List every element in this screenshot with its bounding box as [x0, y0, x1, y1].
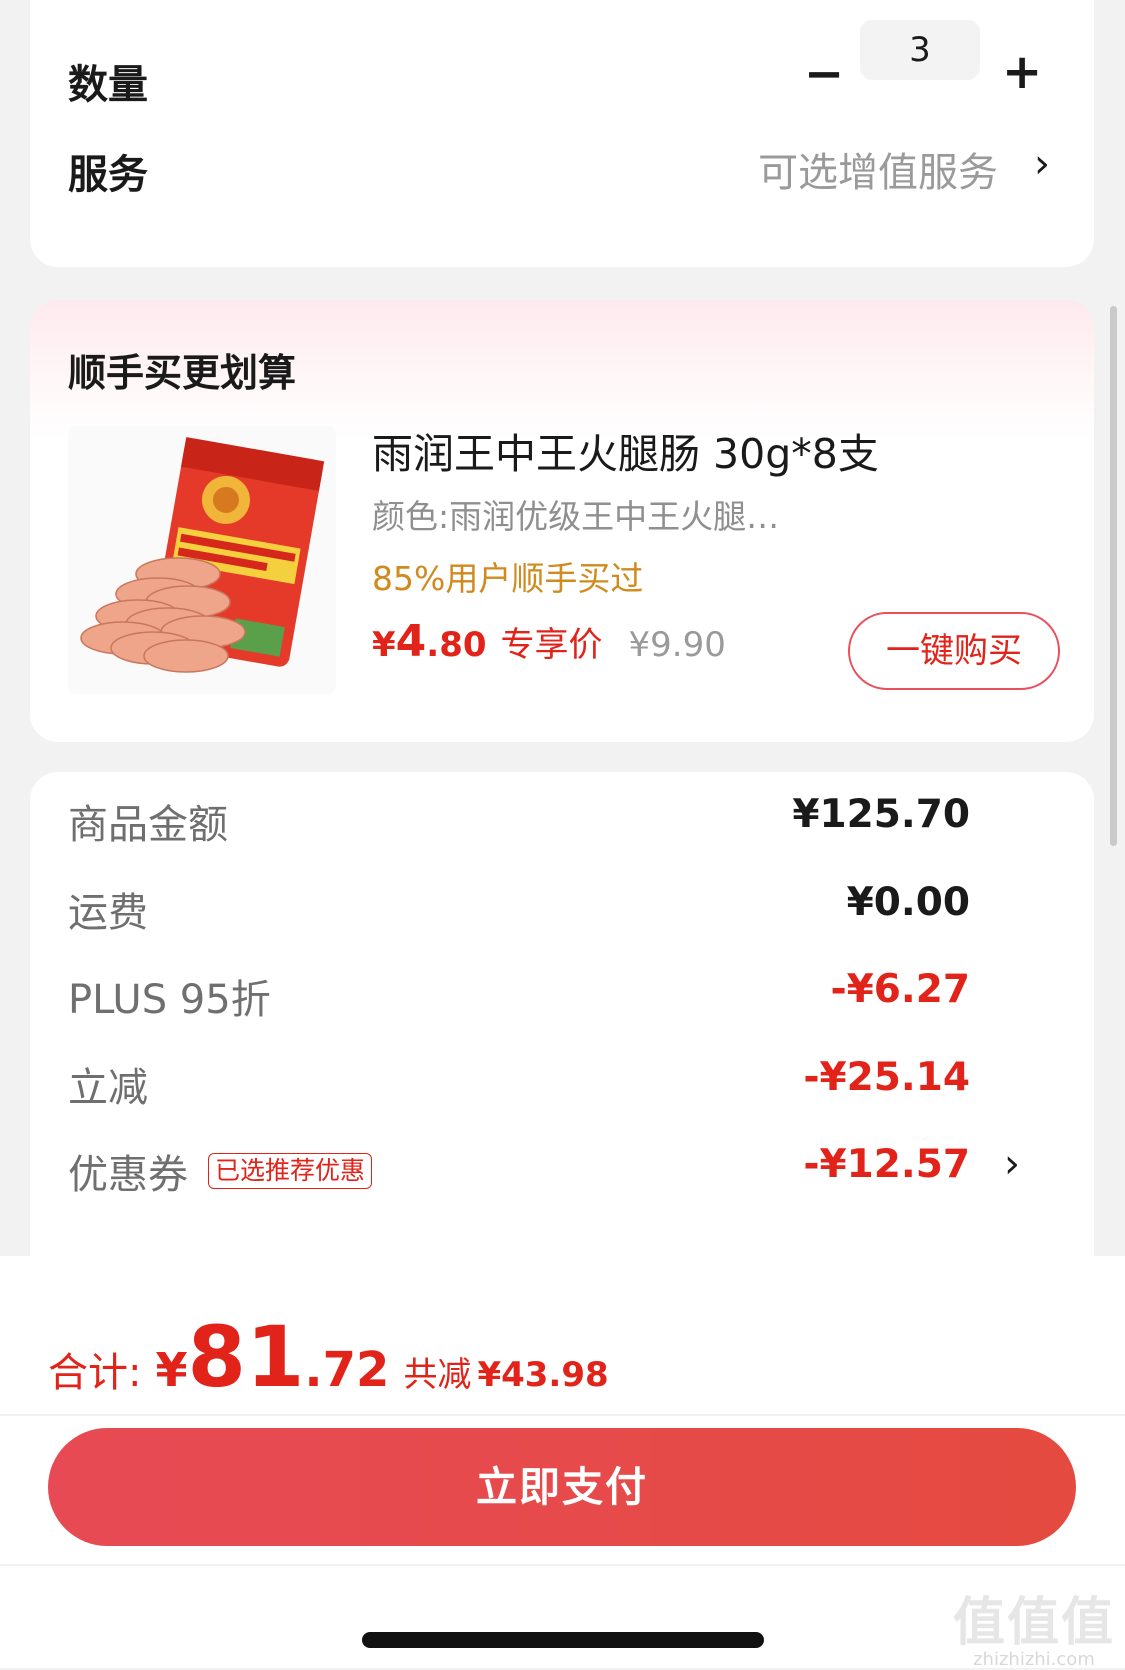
product-name[interactable]: 雨润王中王火腿肠 30g*8支 [372, 420, 879, 480]
quantity-increase-button[interactable]: + [1002, 48, 1042, 96]
recommend-title: 顺手买更划算 [68, 351, 297, 395]
summary-value: -¥12.57 [803, 1142, 970, 1187]
total-saving-label: 共减 [403, 1355, 472, 1395]
price-tag: 专享价 [500, 625, 603, 665]
summary-value: -¥25.14 [803, 1055, 970, 1100]
summary-value: ¥0.00 [846, 880, 970, 925]
summary-row-plus-discount: PLUS 95折 -¥6.27 [68, 967, 970, 1027]
watermark-site: zhizhizhi.com [973, 1649, 1095, 1670]
summary-label: 运费 [68, 890, 148, 936]
order-options-card: 数量 − 3 + 服务 可选增值服务 › [30, 0, 1094, 267]
service-label: 服务 [68, 152, 148, 198]
summary-row-coupon[interactable]: 优惠券 已选推荐优惠 -¥12.57 [68, 1142, 970, 1202]
coupon-label: 优惠券 [68, 1152, 188, 1198]
summary-label: 商品金额 [68, 802, 228, 848]
summary-row-subtotal: 商品金额 ¥125.70 [68, 792, 970, 852]
price-integer: 4 [395, 616, 427, 667]
product-price: ¥4.80 专享价 ¥9.90 [372, 616, 726, 667]
divider [0, 1414, 1125, 1416]
total-decimal: .72 [304, 1342, 390, 1398]
sausage-pack-image[interactable] [68, 426, 336, 694]
quantity-label: 数量 [68, 62, 148, 108]
total-saving-value: ¥43.98 [477, 1355, 609, 1395]
summary-value: ¥125.70 [792, 792, 970, 837]
summary-row-shipping: 运费 ¥0.00 [68, 880, 970, 940]
product-spec: 颜色:雨润优级王中王火腿… [372, 497, 780, 536]
chevron-right-icon[interactable]: › [1034, 144, 1050, 184]
service-option-link[interactable]: 可选增值服务 [758, 140, 998, 198]
price-decimal: .80 [426, 625, 487, 665]
total-integer: 81 [187, 1308, 305, 1406]
coupon-badge: 已选推荐优惠 [208, 1153, 373, 1189]
original-price: ¥9.90 [628, 625, 726, 665]
summary-label: 优惠券 已选推荐优惠 [68, 1142, 373, 1200]
total-symbol: ¥ [155, 1343, 188, 1397]
pay-now-button[interactable]: 立即支付 [48, 1428, 1076, 1546]
recommend-card: 顺手买更划算 雨润王中王火腿肠 30g*8支 颜色:雨润优级王中王火腿… 85%… [30, 300, 1094, 742]
total-label: 合计: [48, 1350, 142, 1396]
home-indicator[interactable] [362, 1632, 764, 1648]
summary-label: 立减 [68, 1065, 148, 1111]
price-summary-card: 商品金额 ¥125.70 运费 ¥0.00 PLUS 95折 -¥6.27 立减… [30, 772, 1094, 1292]
scrollbar[interactable] [1110, 306, 1117, 846]
quantity-decrease-button[interactable]: − [804, 50, 844, 98]
divider [0, 1564, 1125, 1566]
price-symbol: ¥ [372, 625, 396, 665]
summary-label: PLUS 95折 [68, 977, 271, 1023]
watermark-logo: 值值值 zhizhizhi.com [953, 1580, 1115, 1670]
summary-value: -¥6.27 [830, 967, 970, 1012]
summary-row-instant-reduction: 立减 -¥25.14 [68, 1055, 970, 1115]
watermark-mark: 值值值 [952, 1593, 1115, 1653]
quantity-value[interactable]: 3 [860, 20, 980, 80]
order-total: 合计: ¥81.72 共减 ¥43.98 [48, 1308, 609, 1406]
product-bought-hint: 85%用户顺手买过 [372, 559, 644, 598]
one-click-buy-button[interactable]: 一键购买 [848, 612, 1060, 690]
chevron-right-icon[interactable]: › [1004, 1144, 1020, 1184]
